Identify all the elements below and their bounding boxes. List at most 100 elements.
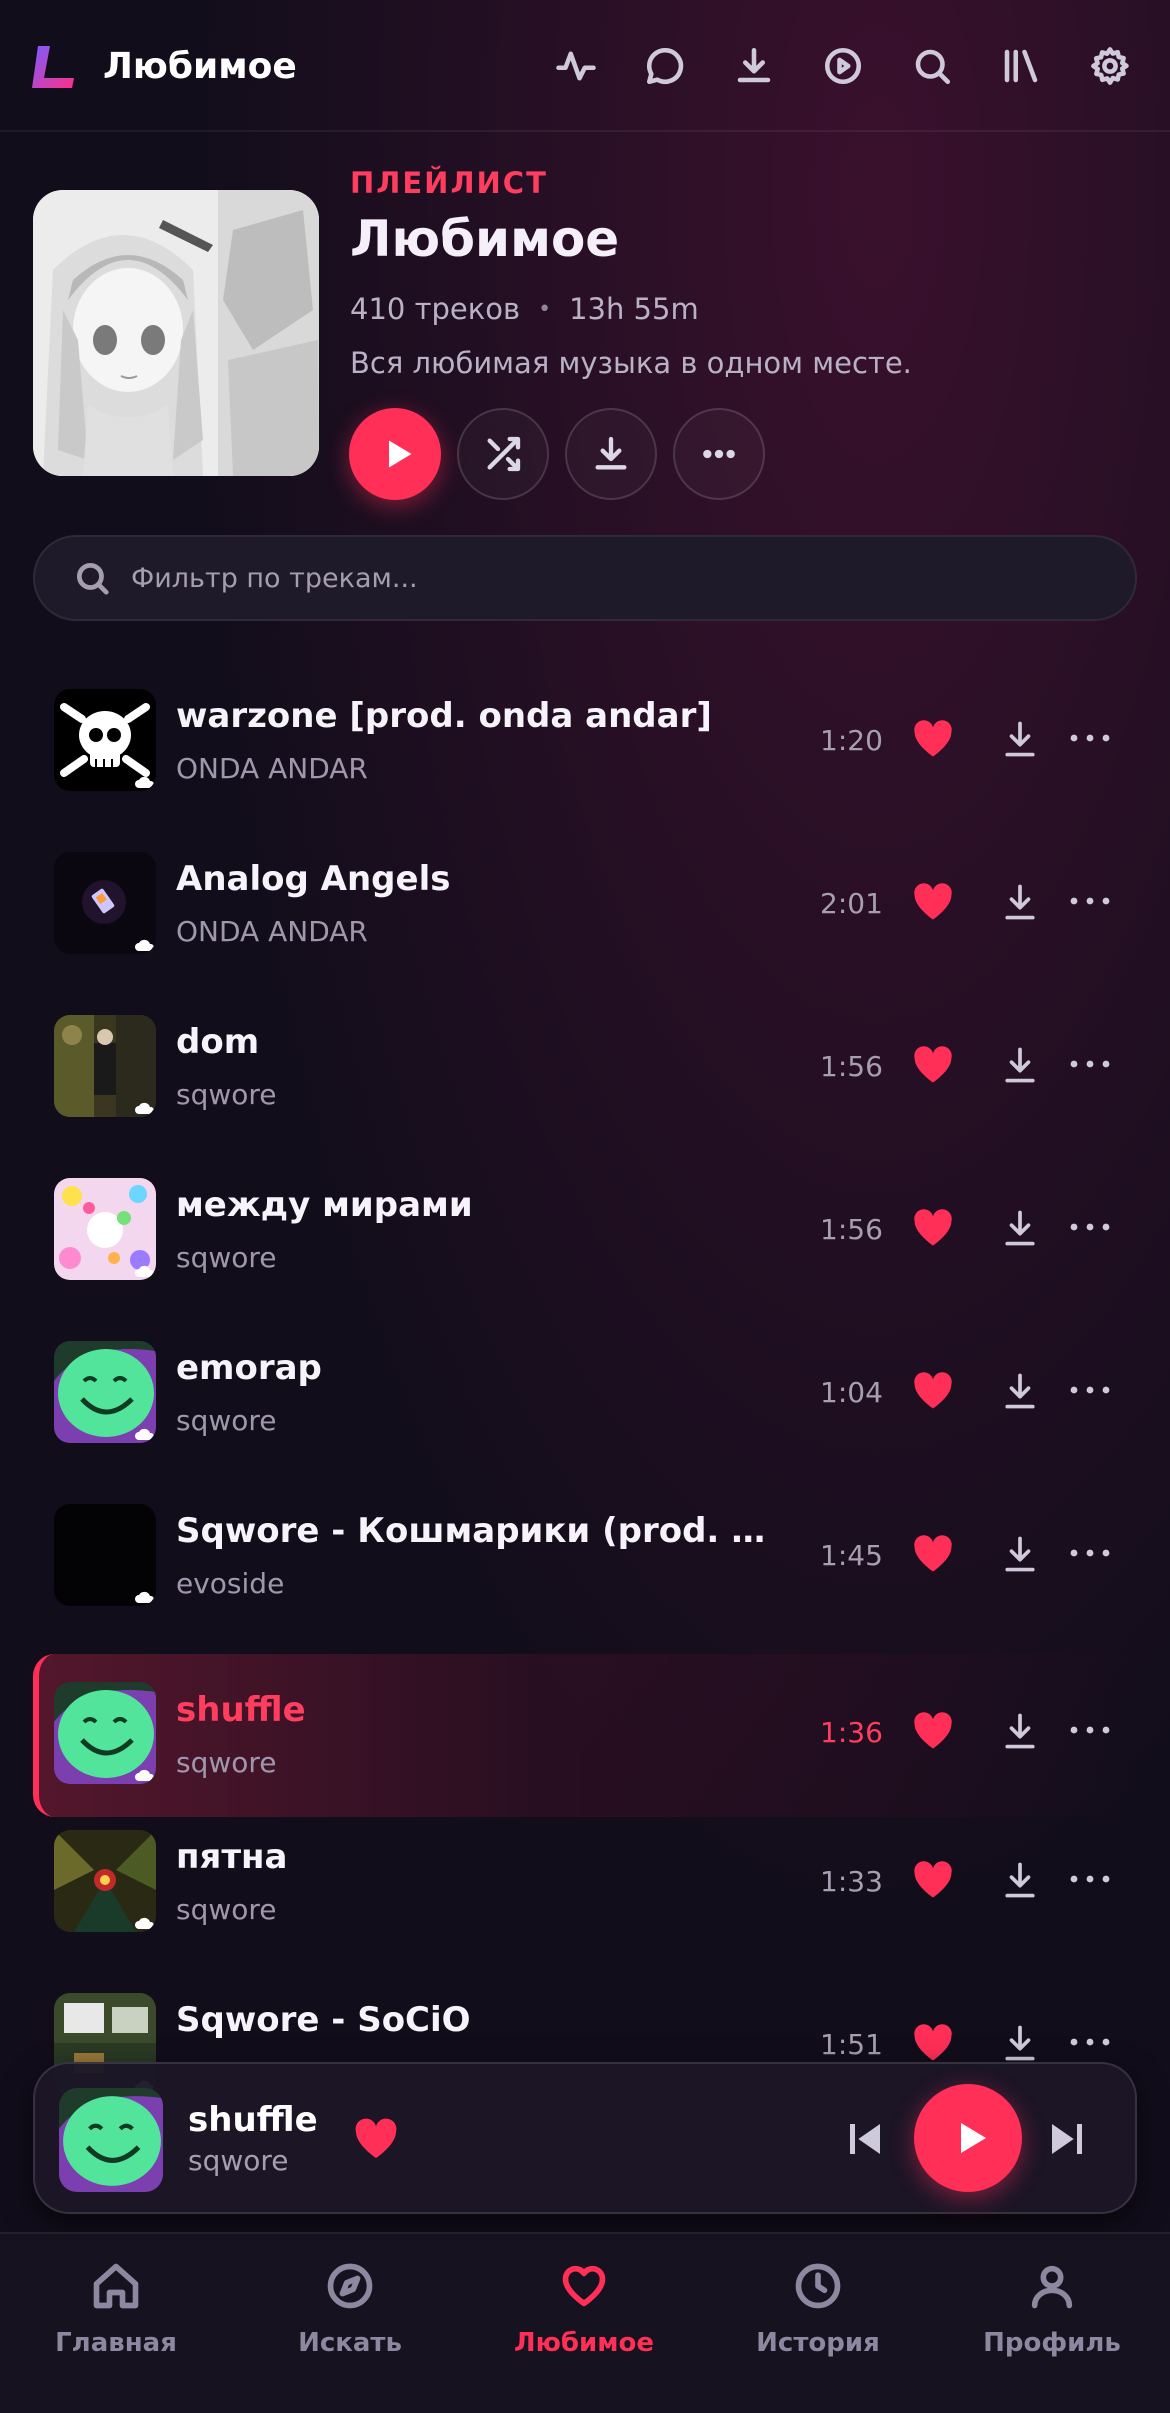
download-track-button[interactable] [1003, 1535, 1037, 1573]
track-duration: 1:45 [820, 1539, 883, 1572]
track-filter-bar [33, 535, 1137, 621]
download-track-button[interactable] [1003, 1712, 1037, 1750]
play-circle-icon[interactable] [817, 40, 869, 92]
like-heart-icon[interactable] [912, 1371, 954, 1411]
more-horizontal-icon [1070, 1726, 1110, 1734]
like-heart-icon[interactable] [912, 1045, 954, 1085]
download-icon [595, 436, 627, 470]
playlist-meta: 410 треков • 13h 55m [350, 292, 699, 326]
track-more-button[interactable] [1068, 1869, 1112, 1889]
playlist-type-label: ПЛЕЙЛИСТ [350, 166, 548, 200]
more-horizontal-icon [1070, 897, 1110, 905]
track-artwork [54, 689, 156, 791]
track-row[interactable]: Sqwore - Кошмарики (prod. evo... evoside… [0, 1491, 1170, 1654]
track-artwork [54, 852, 156, 954]
track-row[interactable]: между мирами sqwore 1:56 [0, 1165, 1170, 1328]
track-more-button[interactable] [1068, 1380, 1112, 1400]
like-heart-icon[interactable] [912, 1534, 954, 1574]
track-row[interactable]: пятна sqwore 1:33 [0, 1817, 1170, 1980]
track-duration: 1:04 [820, 1376, 883, 1409]
download-icon [1005, 1862, 1035, 1898]
track-title: warzone [prod. onda andar] [176, 696, 712, 736]
cloud-icon [135, 1769, 155, 1781]
shuffle-button[interactable] [457, 408, 549, 500]
like-heart-icon[interactable] [912, 1860, 954, 1900]
track-more-button[interactable] [1068, 891, 1112, 911]
app-bar-title: Любимое [103, 46, 297, 87]
library-icon[interactable] [995, 40, 1047, 92]
track-more-button[interactable] [1068, 728, 1112, 748]
play-pause-button[interactable] [914, 2084, 1022, 2192]
chat-icon[interactable] [639, 40, 691, 92]
track-title: между мирами [176, 1185, 473, 1225]
download-icon [1005, 884, 1035, 920]
bottom-navigation: Главная Искать Любимое История Профиль [0, 2232, 1170, 2413]
track-row[interactable]: Analog Angels ONDA ANDAR 2:01 [0, 839, 1170, 1002]
nav-favorites[interactable]: Любимое [484, 2260, 684, 2358]
download-track-button[interactable] [1003, 720, 1037, 758]
track-title: dom [176, 1022, 260, 1062]
download-icon[interactable] [728, 40, 780, 92]
skip-next-icon[interactable] [1047, 2119, 1087, 2159]
download-track-button[interactable] [1003, 1372, 1037, 1410]
nav-search[interactable]: Искать [250, 2260, 450, 2358]
track-row[interactable]: warzone [prod. onda andar] ONDA ANDAR 1:… [0, 676, 1170, 839]
track-artist: ONDA ANDAR [176, 915, 368, 948]
compass-icon [327, 2263, 373, 2309]
download-icon [1005, 1536, 1035, 1572]
download-track-button[interactable] [1003, 2024, 1037, 2062]
track-more-button[interactable] [1068, 2032, 1112, 2052]
track-artwork [54, 1504, 156, 1606]
download-track-button[interactable] [1003, 1209, 1037, 1247]
download-track-button[interactable] [1003, 1861, 1037, 1899]
activity-icon[interactable] [550, 40, 602, 92]
more-horizontal-icon [1070, 2038, 1110, 2046]
track-duration: 1:36 [820, 1716, 883, 1749]
cloud-icon [135, 1591, 155, 1603]
download-track-button[interactable] [1003, 883, 1037, 921]
like-heart-icon[interactable] [912, 2023, 954, 2063]
download-playlist-button[interactable] [565, 408, 657, 500]
download-icon [1005, 1047, 1035, 1083]
track-title: Analog Angels [176, 859, 451, 899]
nav-profile[interactable]: Профиль [952, 2260, 1152, 2358]
mini-player[interactable]: shuffle sqwore [33, 2062, 1137, 2214]
like-heart-icon[interactable] [912, 1208, 954, 1248]
app-logo-icon[interactable] [30, 44, 82, 90]
track-more-button[interactable] [1068, 1054, 1112, 1074]
download-icon [1005, 1713, 1035, 1749]
like-heart-icon[interactable] [912, 1711, 954, 1751]
cloud-icon [135, 939, 155, 951]
track-artist: ONDA ANDAR [176, 752, 368, 785]
search-icon[interactable] [906, 40, 958, 92]
like-heart-icon[interactable] [912, 719, 954, 759]
track-row[interactable]: emorap sqwore 1:04 [0, 1328, 1170, 1491]
track-row-active[interactable]: shuffle sqwore 1:36 [33, 1654, 1137, 1817]
track-more-button[interactable] [1068, 1217, 1112, 1237]
track-more-button[interactable] [1068, 1720, 1112, 1740]
like-heart-icon[interactable] [912, 882, 954, 922]
like-heart-icon[interactable] [353, 2118, 399, 2160]
playlist-title: Любимое [350, 210, 620, 268]
track-row[interactable]: dom sqwore 1:56 [0, 1002, 1170, 1165]
track-artist: sqwore [176, 1241, 277, 1274]
nav-home[interactable]: Главная [16, 2260, 216, 2358]
skip-previous-icon[interactable] [845, 2119, 885, 2159]
track-filter-input[interactable] [131, 562, 1135, 594]
track-duration: 1:20 [820, 724, 883, 757]
more-horizontal-icon [1070, 1223, 1110, 1231]
download-icon [1005, 1373, 1035, 1409]
playlist-description: Вся любимая музыка в одном месте. [350, 346, 912, 380]
total-duration: 13h 55m [569, 292, 699, 326]
track-more-button[interactable] [1068, 1543, 1112, 1563]
track-title: emorap [176, 1348, 322, 1388]
cloud-icon [135, 1265, 155, 1277]
more-options-button[interactable] [673, 408, 765, 500]
play-playlist-button[interactable] [349, 408, 441, 500]
track-duration: 1:56 [820, 1213, 883, 1246]
gear-icon[interactable] [1084, 40, 1136, 92]
download-track-button[interactable] [1003, 1046, 1037, 1084]
track-artist: sqwore [176, 1893, 277, 1926]
nav-history[interactable]: История [718, 2260, 918, 2358]
track-artwork [54, 1341, 156, 1443]
